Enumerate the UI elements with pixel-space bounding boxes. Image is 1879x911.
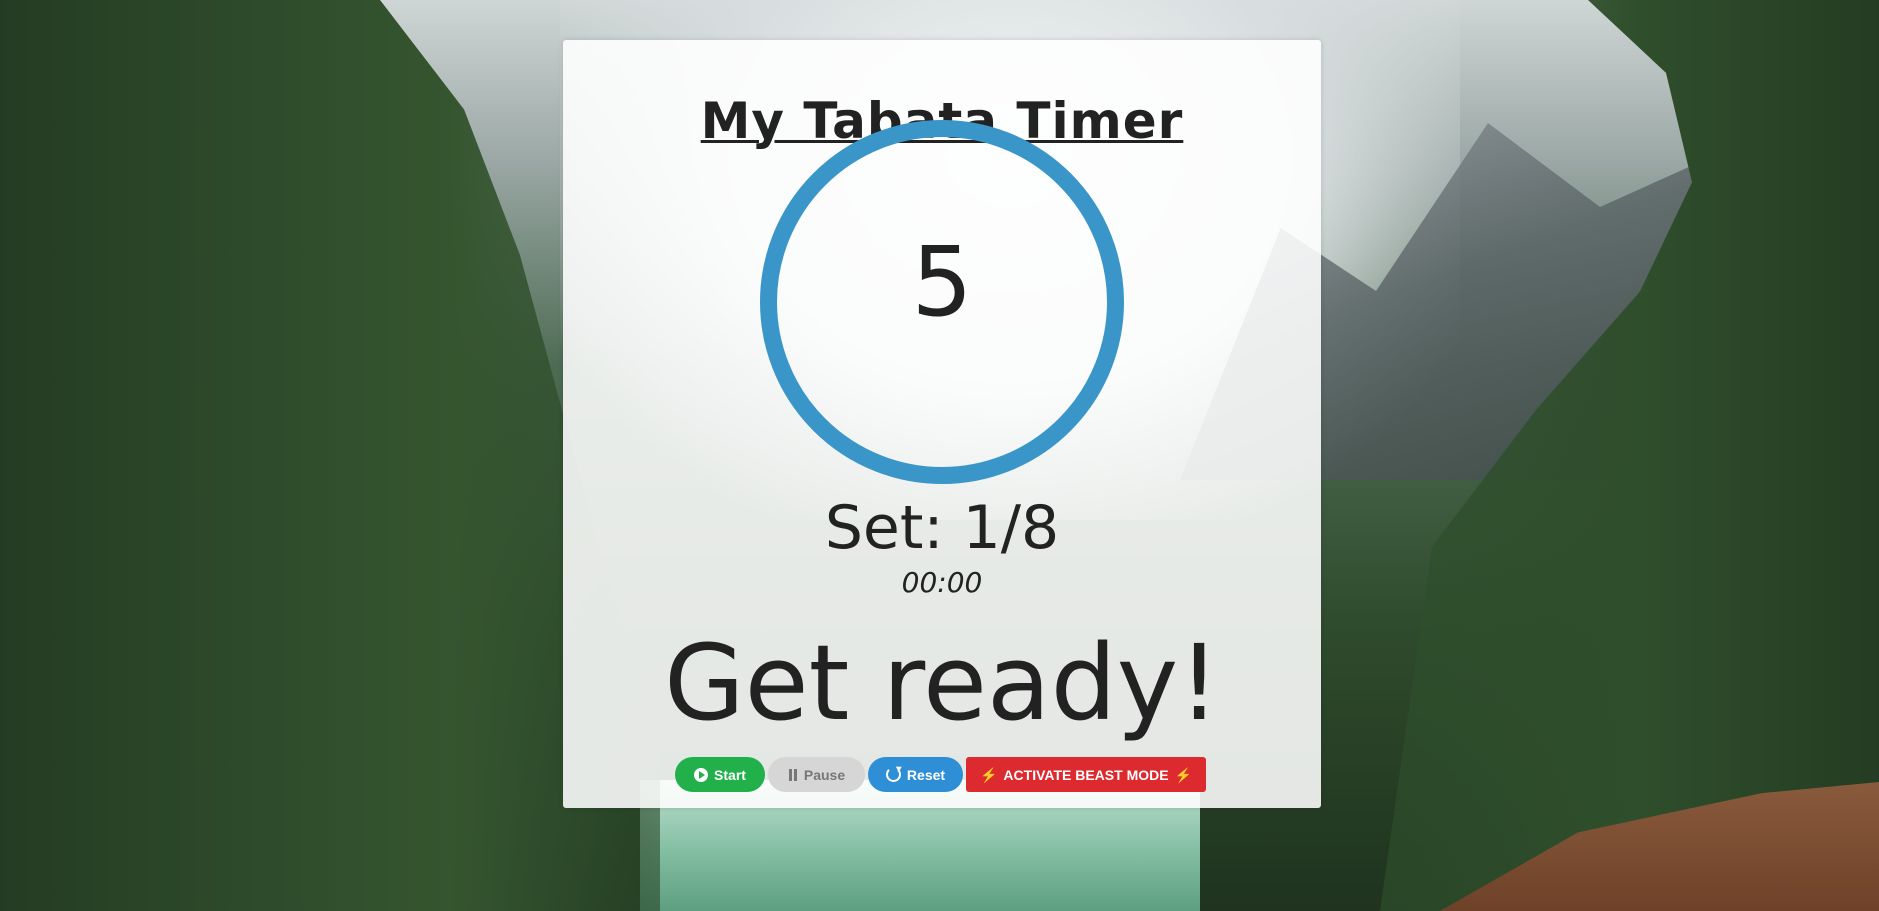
set-counter: Set: 1/8 [824,493,1060,563]
start-button[interactable]: Start [675,757,765,792]
reset-button[interactable]: Reset [868,757,963,792]
pause-label: Pause [803,766,846,783]
beast-mode-button[interactable]: ⚡ ACTIVATE BEAST MODE ⚡ [966,757,1206,792]
reset-label: Reset [906,766,946,783]
countdown-number: 5 [911,226,973,338]
pause-icon [788,768,798,781]
lightning-bolt-icon: ⚡ [1174,766,1193,783]
start-label: Start [714,766,746,783]
lightning-bolt-icon: ⚡ [979,766,998,783]
pause-button[interactable]: Pause [768,757,865,792]
status-message: Get ready! [664,622,1220,744]
refresh-icon [885,767,901,782]
beast-label: ACTIVATE BEAST MODE [1003,766,1169,783]
play-circle-icon [694,767,709,782]
elapsed-time: 00:00 [901,566,983,599]
